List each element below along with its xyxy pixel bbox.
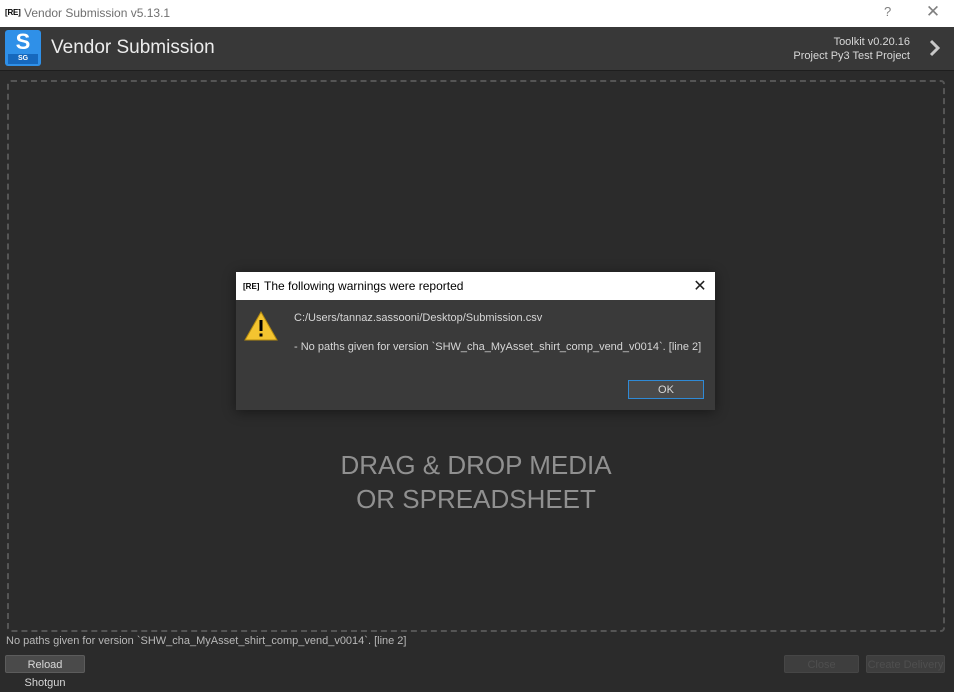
dialog-badge: [RE]	[243, 282, 260, 291]
window-title: Vendor Submission v5.13.1	[24, 6, 171, 20]
chevron-right-icon[interactable]	[928, 38, 942, 58]
app-header: S SG Vendor Submission Toolkit v0.20.16 …	[0, 27, 954, 71]
window-badge: [RE]	[5, 8, 21, 17]
close-button[interactable]: Close	[784, 655, 859, 673]
toolkit-version: Toolkit v0.20.16	[833, 36, 910, 48]
dialog-titlebar: [RE] The following warnings were reporte…	[236, 272, 715, 300]
reload-shotgun-button[interactable]: Reload Shotgun	[5, 655, 85, 689]
create-delivery-button[interactable]: Create Delivery	[866, 655, 945, 673]
logo-letter: S	[15, 30, 31, 54]
drop-zone-line2: OR SPREADSHEET	[356, 484, 596, 514]
app-name: Vendor Submission	[51, 37, 215, 58]
window-titlebar: [RE] Vendor Submission v5.13.1 ? ✕	[0, 0, 954, 27]
project-name: Project Py3 Test Project	[793, 50, 910, 62]
help-button[interactable]: ?	[884, 4, 891, 19]
drop-zone-text: DRAG & DROP MEDIA OR SPREADSHEET	[9, 448, 943, 516]
toolkit-info: Toolkit v0.20.16 Project Py3 Test Projec…	[793, 35, 910, 63]
ok-button[interactable]: OK	[628, 380, 704, 399]
dialog-close-button[interactable]: ✕	[691, 276, 709, 295]
status-message: No paths given for version `SHW_cha_MyAs…	[6, 635, 407, 647]
shotgun-logo: S SG	[5, 30, 41, 66]
dialog-title: The following warnings were reported	[264, 279, 464, 293]
logo-sub: SG	[8, 54, 38, 64]
dialog-file-path: C:/Users/tannaz.sassooni/Desktop/Submiss…	[294, 312, 543, 324]
dialog-message: - No paths given for version `SHW_cha_My…	[294, 341, 702, 353]
warning-icon	[244, 310, 278, 341]
drop-zone-line1: DRAG & DROP MEDIA	[340, 450, 612, 480]
window-close-button[interactable]: ✕	[924, 2, 942, 22]
warning-dialog: [RE] The following warnings were reporte…	[236, 272, 715, 410]
